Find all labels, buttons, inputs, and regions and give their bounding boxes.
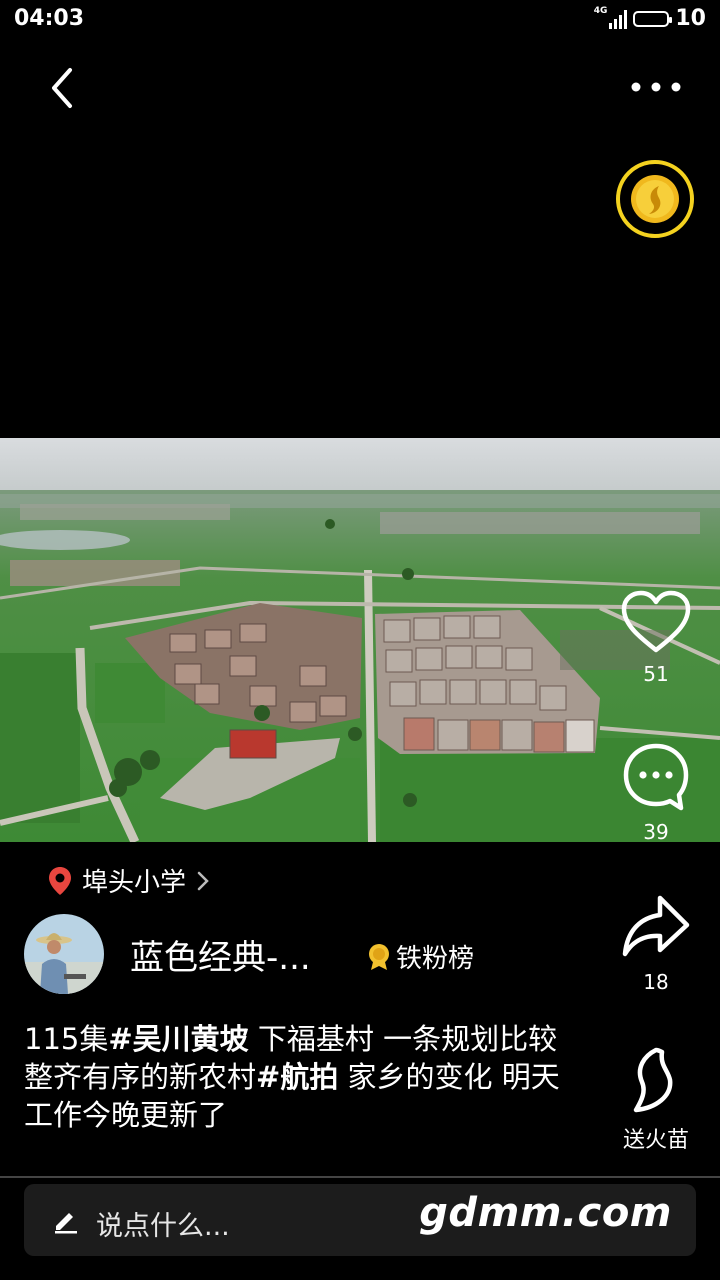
share-count: 18 xyxy=(643,970,669,994)
chevron-right-icon xyxy=(197,871,209,890)
watermark: gdmm.com xyxy=(419,1190,672,1236)
author-avatar[interactable] xyxy=(24,914,104,994)
location-name: 埠头小学 xyxy=(82,868,187,898)
more-dots-icon xyxy=(631,82,681,92)
back-button[interactable] xyxy=(40,64,88,112)
fans-ranking-link[interactable]: 铁粉榜 xyxy=(366,938,474,975)
share-arrow-icon xyxy=(622,895,690,957)
network-type: 4G xyxy=(593,5,608,16)
location-tag[interactable]: 埠头小学 xyxy=(48,862,210,899)
coin-reward-button[interactable] xyxy=(615,159,695,239)
hashtag-link[interactable]: #航拍 xyxy=(256,1060,338,1094)
battery-level: 10 xyxy=(675,6,706,31)
battery-icon xyxy=(633,10,673,27)
signal-icon xyxy=(609,9,628,29)
comment-placeholder: 说点什么... xyxy=(96,1211,230,1242)
author-info: 蓝色经典-... xyxy=(24,914,311,994)
send-flame-label: 送火苗 xyxy=(622,1128,689,1153)
comment-count: 39 xyxy=(643,820,669,844)
avatar-photo xyxy=(24,914,104,994)
share-button[interactable]: 18 xyxy=(606,892,706,994)
fans-ranking-label: 铁粉榜 xyxy=(396,944,475,974)
like-button[interactable]: 51 xyxy=(606,590,706,686)
more-options-button[interactable] xyxy=(628,72,684,102)
heart-icon xyxy=(621,590,691,653)
coin-icon xyxy=(616,160,694,238)
hashtag-link[interactable]: #吴川黄坡 xyxy=(108,1022,248,1056)
comment-input[interactable]: 说点什么... gdmm.com xyxy=(24,1184,696,1256)
pencil-icon xyxy=(55,1213,77,1234)
comment-bubble-icon xyxy=(623,743,689,811)
flame-icon xyxy=(633,1047,673,1113)
location-pin-icon xyxy=(49,866,71,895)
like-count: 51 xyxy=(643,662,669,686)
comment-button[interactable]: 39 xyxy=(606,742,706,844)
divider xyxy=(0,1176,720,1178)
author-name[interactable]: 蓝色经典-... xyxy=(130,930,311,979)
post-caption: 115集#吴川黄坡 下福基村 一条规划比较整齐有序的新农村#航拍 家乡的变化 明… xyxy=(24,1020,564,1134)
send-flame-button[interactable]: 送火苗 xyxy=(606,1046,706,1154)
status-time: 04:03 xyxy=(14,6,85,31)
chevron-left-icon xyxy=(52,68,72,108)
medal-icon xyxy=(369,943,389,970)
caption-text: 115集 xyxy=(24,1022,109,1056)
status-indicators: 4G 10 xyxy=(593,5,706,32)
